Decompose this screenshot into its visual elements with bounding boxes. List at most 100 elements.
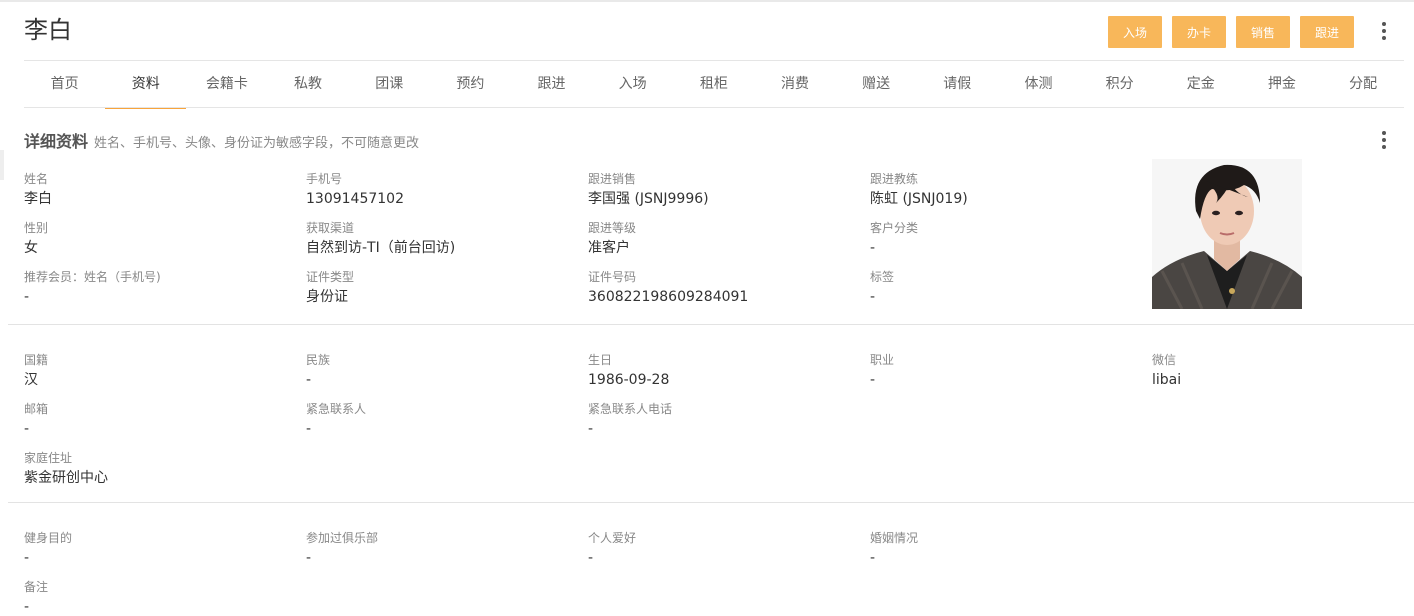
field-label: 手机号 xyxy=(306,172,343,186)
field-label: 职业 xyxy=(870,353,895,367)
field-value: 李白 xyxy=(24,191,52,207)
field-value: 汉 xyxy=(24,372,38,388)
field-value: - xyxy=(24,599,30,615)
section-header: 详细资料 姓名、手机号、头像、身份证为敏感字段，不可随意更改 xyxy=(24,128,419,152)
tab-membership-card[interactable]: 会籍卡 xyxy=(186,61,267,108)
tab-personal-training[interactable]: 私教 xyxy=(267,61,348,108)
tab-security-deposit[interactable]: 押金 xyxy=(1241,61,1322,108)
field-value: - xyxy=(24,550,30,566)
tab-body-test[interactable]: 体测 xyxy=(998,61,1079,108)
field-coach: 跟进教练 陈虹 (JSNJ019) xyxy=(870,171,1140,208)
field-label: 家庭住址 xyxy=(24,451,73,465)
field-value: 陈虹 (JSNJ019) xyxy=(870,191,968,207)
field-label: 民族 xyxy=(306,353,331,367)
field-value: - xyxy=(306,421,312,437)
field-emergency-phone: 紧急联系人电话 - xyxy=(588,401,858,438)
field-value: 13091457102 xyxy=(306,191,404,207)
section-title: 详细资料 xyxy=(24,132,89,151)
field-label: 健身目的 xyxy=(24,531,73,545)
member-header: 李白 入场 办卡 销售 跟进 xyxy=(0,0,1414,60)
field-value: 360822198609284091 xyxy=(588,289,749,305)
tab-booking[interactable]: 预约 xyxy=(430,61,511,108)
field-marital: 婚姻情况 - xyxy=(870,530,1140,567)
field-tags: 标签 - xyxy=(870,269,1140,306)
field-label: 证件号码 xyxy=(588,270,637,284)
field-label: 邮箱 xyxy=(24,402,49,416)
tab-locker[interactable]: 租柜 xyxy=(673,61,754,108)
field-nationality: 国籍 汉 xyxy=(24,352,294,389)
field-label: 跟进销售 xyxy=(588,172,637,186)
field-label: 客户分类 xyxy=(870,221,919,235)
more-options-icon[interactable] xyxy=(1379,22,1389,40)
section-subtitle: 姓名、手机号、头像、身份证为敏感字段，不可随意更改 xyxy=(94,136,420,151)
tab-home[interactable]: 首页 xyxy=(24,61,105,108)
field-value: 紫金研创中心 xyxy=(24,470,108,486)
open-card-button[interactable]: 办卡 xyxy=(1172,16,1226,48)
section-divider xyxy=(8,502,1414,503)
field-value: 准客户 xyxy=(588,240,630,256)
field-category: 客户分类 - xyxy=(870,220,1140,257)
field-sales: 跟进销售 李国强 (JSNJ9996) xyxy=(588,171,858,208)
section-divider xyxy=(8,324,1414,325)
tab-profile[interactable]: 资料 xyxy=(105,61,187,109)
tab-consumption[interactable]: 消费 xyxy=(754,61,835,108)
tab-leave[interactable]: 请假 xyxy=(917,61,998,108)
tab-group-class[interactable]: 团课 xyxy=(349,61,430,108)
avatar-portrait-image xyxy=(1152,159,1302,309)
field-value: - xyxy=(870,372,876,388)
section-more-icon[interactable] xyxy=(1379,131,1389,149)
tab-deposit[interactable]: 定金 xyxy=(1160,61,1241,108)
action-buttons: 入场 办卡 销售 跟进 xyxy=(1108,16,1354,48)
field-email: 邮箱 - xyxy=(24,401,294,438)
field-remark: 备注 - xyxy=(24,579,294,616)
field-value: 1986-09-28 xyxy=(588,372,670,388)
field-label: 生日 xyxy=(588,353,613,367)
field-ethnicity: 民族 - xyxy=(306,352,576,389)
sales-button[interactable]: 销售 xyxy=(1236,16,1290,48)
member-name: 李白 xyxy=(24,16,72,44)
tab-points[interactable]: 积分 xyxy=(1079,61,1160,108)
field-referrer: 推荐会员：姓名（手机号) - xyxy=(24,269,294,306)
field-wechat: 微信 libai xyxy=(1152,352,1392,389)
field-label: 备注 xyxy=(24,580,49,594)
field-value: - xyxy=(588,421,594,437)
field-label: 跟进等级 xyxy=(588,221,637,235)
field-label: 姓名 xyxy=(24,172,49,186)
field-label: 跟进教练 xyxy=(870,172,919,186)
field-label: 紧急联系人 xyxy=(306,402,367,416)
field-label: 推荐会员：姓名（手机号) xyxy=(24,270,161,284)
field-value: - xyxy=(588,550,594,566)
tab-assign[interactable]: 分配 xyxy=(1323,61,1404,108)
field-value: - xyxy=(306,372,312,388)
left-edge-strip xyxy=(0,150,4,180)
field-label: 性别 xyxy=(24,221,49,235)
tab-gift[interactable]: 赠送 xyxy=(836,61,917,108)
field-phone: 手机号 13091457102 xyxy=(306,171,576,208)
field-fitness-goal: 健身目的 - xyxy=(24,530,294,567)
field-id-type: 证件类型 身份证 xyxy=(306,269,576,306)
field-name: 姓名 李白 xyxy=(24,171,294,208)
field-emergency-contact: 紧急联系人 - xyxy=(306,401,576,438)
field-channel: 获取渠道 自然到访-TI（前台回访) xyxy=(306,220,576,257)
field-label: 标签 xyxy=(870,270,895,284)
field-clubs: 参加过俱乐部 - xyxy=(306,530,576,567)
field-address: 家庭住址 紫金研创中心 xyxy=(24,450,294,487)
field-value: libai xyxy=(1152,372,1182,388)
follow-up-button[interactable]: 跟进 xyxy=(1300,16,1354,48)
tab-follow-up[interactable]: 跟进 xyxy=(511,61,592,108)
field-hobbies: 个人爱好 - xyxy=(588,530,858,567)
field-birthday: 生日 1986-09-28 xyxy=(588,352,858,389)
field-label: 紧急联系人电话 xyxy=(588,402,673,416)
check-in-button[interactable]: 入场 xyxy=(1108,16,1162,48)
tab-bar: 首页 资料 会籍卡 私教 团课 预约 跟进 入场 租柜 消费 赠送 请假 体测 … xyxy=(24,61,1404,109)
field-value: 身份证 xyxy=(306,289,348,305)
field-value: 自然到访-TI（前台回访) xyxy=(306,240,456,256)
field-gender: 性别 女 xyxy=(24,220,294,257)
field-value: - xyxy=(870,550,876,566)
field-label: 证件类型 xyxy=(306,270,355,284)
field-value: - xyxy=(24,289,30,305)
avatar[interactable] xyxy=(1152,159,1302,309)
tab-check-in[interactable]: 入场 xyxy=(592,61,673,108)
field-value: - xyxy=(870,240,876,256)
field-value: - xyxy=(306,550,312,566)
